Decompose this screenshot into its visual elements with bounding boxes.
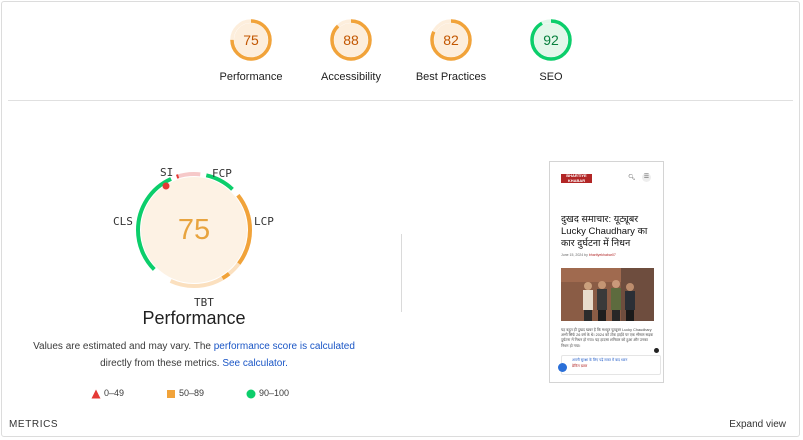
gauge-score: 82 — [443, 32, 459, 48]
final-screenshot[interactable]: BHARTIYE KHABAR 🔍︎ ☰ दुखद समाचार: यूट्यू… — [549, 161, 664, 383]
legend-range: 90–100 — [259, 388, 290, 398]
desc-text-1: Values are estimated and may vary. The — [33, 341, 214, 352]
performance-description: Values are estimated and may vary. The p… — [0, 338, 388, 372]
legend-range: 50–89 — [179, 388, 205, 398]
article-date: June 15, 2024 by bhartiyekhabar07 — [561, 253, 616, 257]
gauge-score: 92 — [543, 32, 559, 48]
performance-score-link[interactable]: performance score is calculated — [214, 341, 355, 352]
article-headline: दुखद समाचार: यूट्यूबर Lucky Chaudhary का… — [561, 214, 648, 249]
metric-label-fcp: FCP — [212, 167, 232, 180]
gauge-performance[interactable]: 75 Performance — [196, 18, 306, 83]
gauge-ring: 92 — [529, 18, 573, 62]
metrics-heading: METRICS — [9, 419, 59, 430]
header-divider — [8, 100, 793, 101]
performance-gauge: 75 — [109, 164, 279, 314]
menu-icon: ☰ — [642, 173, 651, 182]
square-icon — [167, 390, 175, 398]
metric-label-lcp: LCP — [254, 215, 274, 228]
score-legend: 0–49 50–89 90–100 — [0, 387, 388, 401]
gauge-label: SEO — [539, 71, 563, 83]
performance-score: 75 — [177, 214, 211, 246]
circle-icon — [246, 389, 256, 399]
chat-bubble-icon — [558, 363, 567, 372]
search-icon: 🔍︎ — [628, 175, 636, 181]
scroll-dot — [654, 348, 659, 353]
gauge-accessibility[interactable]: 88 Accessibility — [296, 18, 406, 83]
metric-dot-si — [162, 182, 170, 190]
gauge-ring: 82 — [429, 18, 473, 62]
gauge-best-practices[interactable]: 82 Best Practices — [396, 18, 506, 83]
gauge-label: Accessibility — [321, 71, 381, 83]
performance-title: Performance — [142, 308, 246, 328]
gauge-label: Best Practices — [415, 71, 487, 83]
gauge-seo[interactable]: 92 SEO — [496, 18, 606, 83]
site-logo: BHARTIYE KHABAR — [561, 173, 592, 183]
comment-box: अपनी सुरक्षा के लिए पढ़ें सफर में बाद ध्… — [561, 355, 661, 375]
article-body: यह बहुत ही दुखद खबर है कि मशहूर यूट्यूबर… — [561, 328, 654, 348]
category-gauges: 75 Performance 88 Accessibility 82 Best … — [0, 18, 803, 88]
see-calculator-link[interactable]: See calculator. — [222, 358, 288, 369]
gauge-label: Performance — [219, 71, 283, 83]
gauge-ring: 75 — [229, 18, 273, 62]
triangle-icon — [91, 389, 101, 399]
gauge-ring: 88 — [329, 18, 373, 62]
metric-label-si: SI — [160, 166, 174, 179]
vertical-divider — [401, 234, 402, 312]
gauge-score: 88 — [343, 32, 359, 48]
desc-text-2: directly from these metrics. — [100, 358, 223, 369]
legend-range: 0–49 — [104, 388, 125, 398]
metric-label-cls: CLS — [113, 215, 133, 228]
gauge-score: 75 — [243, 32, 259, 48]
expand-view-toggle[interactable]: Expand view — [729, 419, 786, 430]
article-photo — [561, 268, 654, 321]
